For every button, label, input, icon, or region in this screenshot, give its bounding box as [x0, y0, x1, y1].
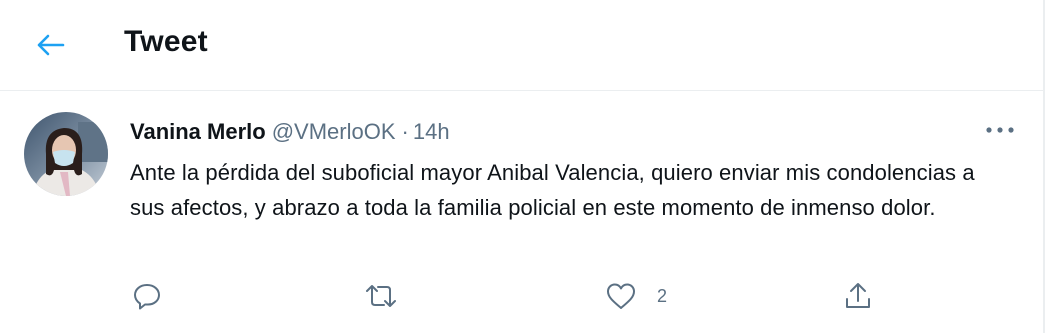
arrow-left-icon: [37, 34, 65, 56]
author-handle[interactable]: @VMerloOK: [272, 119, 396, 144]
page-header: Tweet: [0, 0, 1043, 91]
tweet-timestamp[interactable]: 14h: [413, 119, 450, 144]
retweet-icon: [366, 285, 396, 307]
page-title: Tweet: [124, 25, 208, 58]
tweet-meta: Vanina Merlo @VMerloOK · 14h: [130, 118, 450, 146]
share-icon: [846, 283, 870, 308]
share-button[interactable]: [842, 280, 874, 312]
reply-icon: [134, 284, 160, 310]
author-name[interactable]: Vanina Merlo: [130, 119, 266, 144]
heart-icon: [607, 283, 635, 309]
meta-separator: ·: [401, 119, 409, 144]
back-button[interactable]: [30, 27, 70, 63]
more-horizontal-icon: [986, 127, 1014, 133]
reply-button[interactable]: [132, 280, 162, 312]
avatar[interactable]: [24, 112, 108, 196]
like-count: 2: [657, 285, 668, 306]
retweet-button[interactable]: [364, 280, 398, 312]
tweet-text: Ante la pérdida del suboficial mayor Ani…: [130, 160, 975, 220]
tweet-card[interactable]: Vanina Merlo @VMerloOK · 14h Ante la pérdid…: [0, 92, 1043, 333]
more-options-button[interactable]: [982, 120, 1018, 140]
like-button[interactable]: 2: [605, 280, 667, 312]
